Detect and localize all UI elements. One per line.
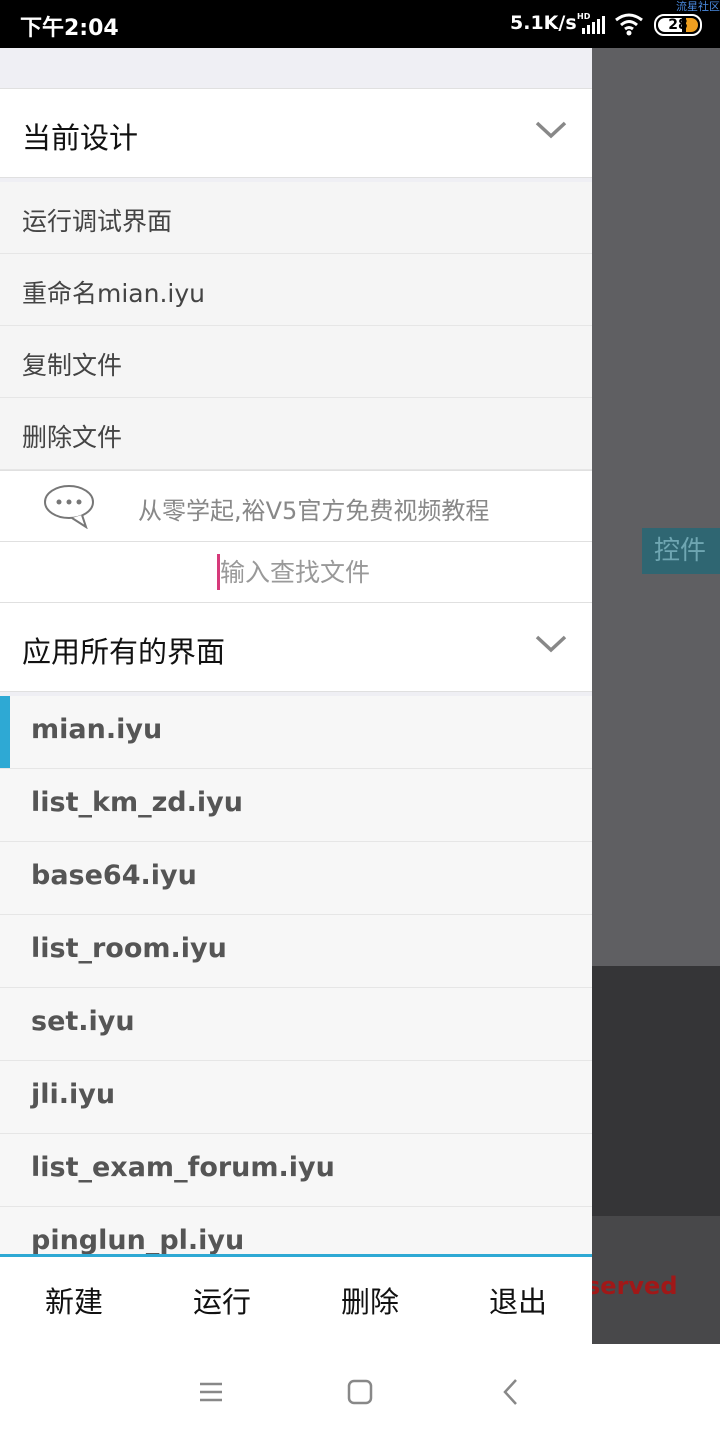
- menu-icon[interactable]: [197, 1378, 225, 1406]
- promo-banner[interactable]: 从零学起,裕V5官方免费视频教程: [0, 470, 592, 542]
- delete-button[interactable]: 删除: [310, 1279, 430, 1321]
- menu-item-label: 复制文件: [22, 351, 123, 380]
- menu-item-run-debug[interactable]: 运行调试界面: [0, 182, 592, 254]
- current-design-header[interactable]: 当前设计: [0, 88, 592, 178]
- file-item-label: list_room.iyu: [31, 933, 227, 964]
- menu-item-label: 删除文件: [22, 423, 123, 452]
- chevron-down-icon: [535, 635, 567, 653]
- home-icon[interactable]: [346, 1378, 374, 1406]
- search-input[interactable]: [220, 552, 580, 592]
- file-item-label: list_km_zd.iyu: [31, 787, 243, 818]
- promo-text: 从零学起,裕V5官方免费视频教程: [138, 497, 490, 525]
- all-screens-title: 应用所有的界面: [22, 635, 226, 669]
- file-item-mian[interactable]: mian.iyu: [0, 696, 592, 769]
- file-item-base64[interactable]: base64.iyu: [0, 842, 592, 915]
- menu-item-label: 运行调试界面: [22, 207, 173, 236]
- file-item-label: pinglun_pl.iyu: [31, 1225, 245, 1256]
- file-item-label: set.iyu: [31, 1006, 135, 1037]
- file-item-list-room[interactable]: list_room.iyu: [0, 915, 592, 988]
- background-control-button: 控件: [642, 528, 720, 574]
- new-button[interactable]: 新建: [14, 1279, 134, 1321]
- back-icon[interactable]: [498, 1378, 526, 1406]
- file-item-list-exam-forum[interactable]: list_exam_forum.iyu: [0, 1134, 592, 1207]
- system-nav-bar: [0, 1344, 720, 1440]
- chevron-down-icon: [535, 121, 567, 139]
- background-app-scrim[interactable]: 控件 served: [592, 48, 720, 1344]
- wifi-icon: [615, 13, 643, 36]
- background-panel: [592, 966, 720, 1216]
- menu-item-label: 重命名mian.iyu: [22, 279, 205, 308]
- search-row: [0, 542, 592, 602]
- file-item-label: mian.iyu: [31, 714, 163, 745]
- navigation-drawer: 当前设计 运行调试界面 重命名mian.iyu 复制文件 删除文件 从零学起,裕…: [0, 48, 592, 1344]
- file-item-jli[interactable]: jli.iyu: [0, 1061, 592, 1134]
- menu-item-rename[interactable]: 重命名mian.iyu: [0, 254, 592, 326]
- battery-icon: 28: [654, 14, 702, 36]
- file-item-label: jli.iyu: [31, 1079, 116, 1110]
- all-screens-header[interactable]: 应用所有的界面: [0, 602, 592, 692]
- run-button[interactable]: 运行: [162, 1279, 282, 1321]
- signal-icon: [582, 16, 605, 34]
- battery-level: 28: [668, 17, 688, 33]
- file-item-set[interactable]: set.iyu: [0, 988, 592, 1061]
- chat-bubble-icon: [44, 485, 94, 529]
- menu-item-copy-file[interactable]: 复制文件: [0, 326, 592, 398]
- watermark-text: 流星社区: [676, 0, 720, 13]
- network-speed: 5.1K/s: [510, 12, 577, 34]
- current-design-title: 当前设计: [22, 121, 139, 155]
- bottom-action-bar: 新建 运行 删除 退出: [0, 1254, 592, 1344]
- background-reserved-text: served: [592, 1272, 678, 1300]
- menu-item-delete-file[interactable]: 删除文件: [0, 398, 592, 470]
- status-bar: 下午2:04 5.1K/s HD 28 流星社区: [0, 0, 720, 48]
- file-item-label: list_exam_forum.iyu: [31, 1152, 335, 1183]
- file-item-label: base64.iyu: [31, 860, 197, 891]
- file-item-list-km-zd[interactable]: list_km_zd.iyu: [0, 769, 592, 842]
- status-time: 下午2:04: [20, 16, 119, 41]
- exit-button[interactable]: 退出: [458, 1279, 578, 1321]
